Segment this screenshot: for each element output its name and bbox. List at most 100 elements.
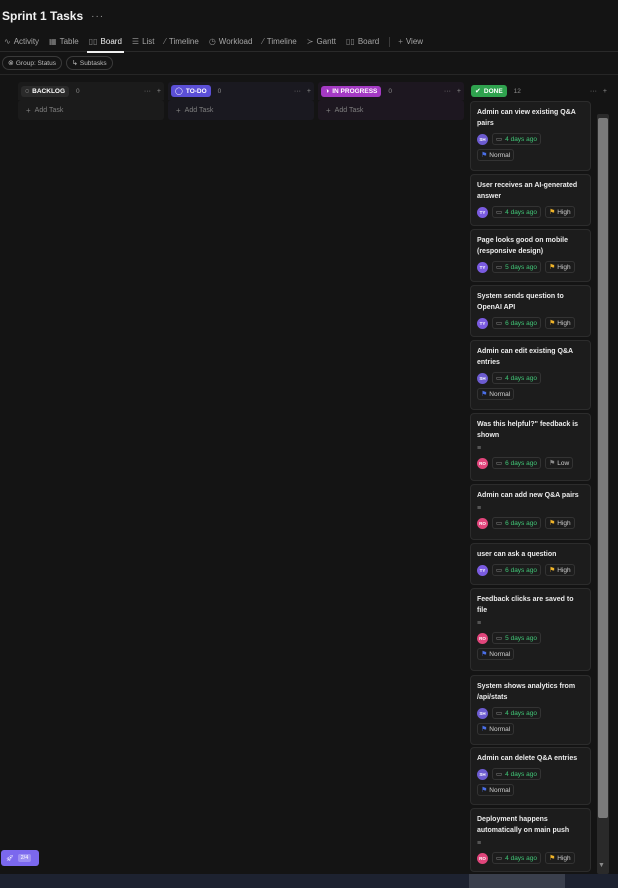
priority-badge[interactable]: ⚑ High xyxy=(544,517,575,529)
task-title: Admin can edit existing Q&A entries xyxy=(477,348,573,366)
column-header: ✔ DONE 12 ··· + xyxy=(468,82,610,100)
avatar[interactable]: RO xyxy=(477,457,488,469)
priority-label: Low xyxy=(557,459,570,467)
avatar[interactable]: SH xyxy=(477,707,488,719)
priority-label: High xyxy=(557,319,571,327)
scroll-down-icon[interactable]: ▼ xyxy=(598,862,605,869)
priority-badge[interactable]: ⚑ Normal xyxy=(477,388,515,400)
task-card[interactable]: Admin can view existing Q&A pairs SH ▭ 4 d… xyxy=(470,101,591,171)
task-card[interactable]: user can ask a question TY ▭ 6 days ago ⚑ Hi… xyxy=(470,543,591,585)
due-date[interactable]: ▭ 6 days ago xyxy=(492,317,541,329)
task-card[interactable]: Admin can add new Q&A pairs ≡ RO ▭ 6 days … xyxy=(470,484,591,540)
priority-badge[interactable]: ⚑ Normal xyxy=(477,723,515,735)
group-status-chip[interactable]: ⊗ Group: Status xyxy=(2,56,62,70)
priority-badge[interactable]: ⚑ High xyxy=(544,852,575,864)
priority-label: Normal xyxy=(489,725,511,733)
add-view-button[interactable]: + View xyxy=(398,32,423,52)
group-icon: ⊗ xyxy=(8,60,14,67)
calendar-icon: ▭ xyxy=(496,567,503,574)
avatar[interactable]: SH xyxy=(477,133,488,145)
flag-icon: ⚑ xyxy=(548,855,556,862)
priority-badge[interactable]: ⚑ Low xyxy=(544,457,574,469)
due-date[interactable]: ▭ 5 days ago xyxy=(492,632,541,644)
priority-badge[interactable]: ⚑ High xyxy=(544,261,575,273)
more-horizontal-icon[interactable]: ··· xyxy=(444,88,451,95)
due-date[interactable]: ▭ 4 days ago xyxy=(492,133,541,145)
avatar[interactable]: TY xyxy=(477,317,488,329)
more-horizontal-icon[interactable]: ··· xyxy=(144,88,151,95)
due-date[interactable]: ▭ 4 days ago xyxy=(492,707,541,719)
priority-badge[interactable]: ⚑ Normal xyxy=(477,648,515,660)
tab-timeline-2[interactable]: ⁄ Timeline xyxy=(262,32,296,52)
avatar[interactable]: TY xyxy=(477,564,488,576)
task-card[interactable]: User receives an AI-generated answer TY ▭… xyxy=(470,174,591,226)
tab-board-2[interactable]: ▯▯ Board xyxy=(346,32,379,52)
task-card[interactable]: Deployment happens automatically on main… xyxy=(470,808,591,872)
avatar[interactable]: RO xyxy=(477,517,488,529)
due-date[interactable]: ▭ 4 days ago xyxy=(492,852,541,864)
task-card[interactable]: Was this helpful?" feedback is shown ≡ R… xyxy=(470,413,591,481)
add-task-button[interactable]: + Add Task xyxy=(18,100,164,120)
priority-badge[interactable]: ⚑ Normal xyxy=(477,149,515,161)
more-horizontal-icon[interactable]: ··· xyxy=(294,88,301,95)
tab-table[interactable]: ▦ Table xyxy=(49,32,79,52)
date-text: 4 days ago xyxy=(505,374,537,382)
tab-label: Gantt xyxy=(316,37,337,46)
avatar[interactable]: TY xyxy=(477,206,488,218)
calendar-icon: ▭ xyxy=(496,136,503,143)
plus-icon[interactable]: + xyxy=(603,88,607,95)
priority-badge[interactable]: ⚑ High xyxy=(544,206,575,218)
task-title: Admin can delete Q&A entries xyxy=(477,755,578,762)
subtasks-chip[interactable]: ↳ Subtasks xyxy=(65,56,113,70)
priority-badge[interactable]: ⚑ Normal xyxy=(477,784,515,796)
tab-gantt[interactable]: ≻ Gantt xyxy=(307,32,336,52)
avatar[interactable]: SH xyxy=(477,768,488,780)
tab-board[interactable]: ▯▯ Board xyxy=(86,32,125,53)
column-in-progress: ◑ IN PROGRESS 0 ··· + + Add Task xyxy=(318,82,464,120)
due-date[interactable]: ▭ 4 days ago xyxy=(492,372,541,384)
priority-badge[interactable]: ⚑ High xyxy=(544,564,575,576)
avatar[interactable]: TY xyxy=(477,261,488,273)
more-horizontal-icon[interactable]: ··· xyxy=(590,88,597,95)
task-card[interactable]: Feedback clicks are saved to file ≡ RO ▭ 5… xyxy=(470,588,591,671)
due-date[interactable]: ▭ 6 days ago xyxy=(492,457,541,469)
due-date[interactable]: ▭ 6 days ago xyxy=(492,517,541,529)
add-task-label: Add Task xyxy=(184,106,214,114)
tab-list[interactable]: ☰ List xyxy=(132,32,155,52)
rocket-button[interactable]: 🚀︎ 2/4 xyxy=(1,850,39,866)
avatar[interactable]: RO xyxy=(477,632,488,644)
due-date[interactable]: ▭ 4 days ago xyxy=(492,206,541,218)
tab-workload[interactable]: ◷ Workload xyxy=(209,32,253,52)
status-pill-backlog[interactable]: ◌ BACKLOG xyxy=(21,85,70,97)
due-date[interactable]: ▭ 6 days ago xyxy=(492,564,541,576)
avatar[interactable]: RO xyxy=(477,852,488,864)
table-icon: ▦ xyxy=(49,37,57,46)
plus-icon[interactable]: + xyxy=(157,88,161,95)
priority-badge[interactable]: ⚑ High xyxy=(544,317,575,329)
plus-icon[interactable]: + xyxy=(307,88,311,95)
avatar[interactable]: SH xyxy=(477,372,488,384)
plus-icon[interactable]: + xyxy=(457,88,461,95)
task-card[interactable]: System sends question to OpenAI API TY ▭ 6… xyxy=(470,285,591,337)
status-pill-done[interactable]: ✔ DONE xyxy=(471,85,507,97)
task-card[interactable]: Admin can delete Q&A entries SH ▭ 4 days a… xyxy=(470,747,591,805)
task-card[interactable]: Page looks good on mobile (responsive de… xyxy=(470,229,591,282)
due-date[interactable]: ▭ 5 days ago xyxy=(492,261,541,273)
taskbar-active-item[interactable] xyxy=(469,874,565,888)
add-task-button[interactable]: + Add Task xyxy=(318,100,464,120)
due-date[interactable]: ▭ 4 days ago xyxy=(492,768,541,780)
description-icon: ≡ xyxy=(477,445,482,452)
status-pill-todo[interactable]: ◯ TO-DO xyxy=(171,85,211,97)
task-card[interactable]: Admin can edit existing Q&A entries SH ▭ 4… xyxy=(470,340,591,410)
date-text: 6 days ago xyxy=(505,319,537,327)
column-count: 0 xyxy=(217,87,222,95)
more-horizontal-icon[interactable]: ··· xyxy=(91,11,104,22)
status-pill-in-progress[interactable]: ◑ IN PROGRESS xyxy=(321,85,382,97)
filter-bar: ⊗ Group: Status ↳ Subtasks xyxy=(0,52,618,74)
tab-activity[interactable]: ∿ Activity xyxy=(4,32,39,52)
add-task-button[interactable]: + Add Task xyxy=(168,100,314,120)
scroll-thumb[interactable] xyxy=(598,118,608,818)
tab-timeline[interactable]: ⁄ Timeline xyxy=(165,32,199,52)
column-scrollbar[interactable]: ▼ xyxy=(597,114,609,874)
task-card[interactable]: System shows analytics from /api/stats S… xyxy=(470,675,591,745)
